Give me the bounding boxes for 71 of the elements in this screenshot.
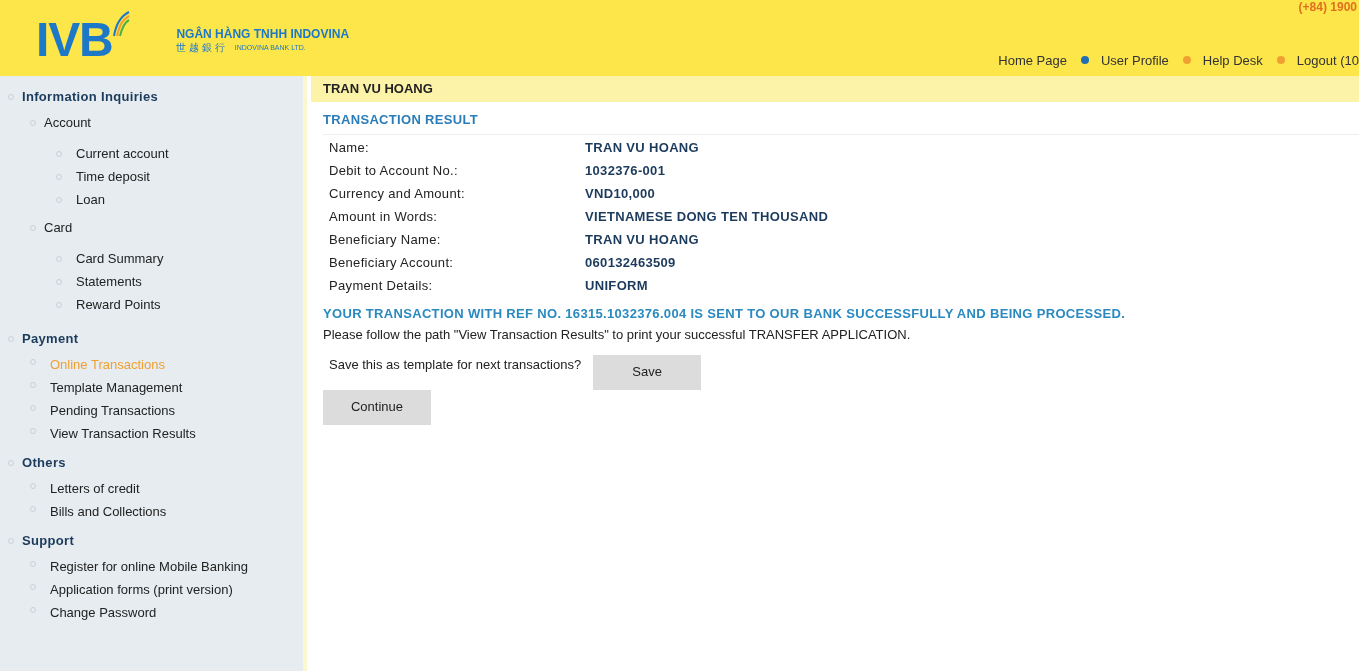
sidebar-item[interactable]: Template Management [50, 377, 250, 399]
field-value: 060132463509 [585, 254, 676, 273]
bullet-icon [8, 94, 14, 100]
field-value: TRAN VU HOANG [585, 139, 699, 158]
field-label: Payment Details: [329, 277, 433, 296]
template-prompt: Save this as template for next transactions? [329, 355, 582, 374]
sidebar-item[interactable]: Card Summary [76, 248, 164, 269]
sidebar-item[interactable]: Time deposit [76, 166, 150, 187]
sidebar-group[interactable]: Card [44, 218, 73, 238]
nav-link[interactable]: Logout (10 [1296, 50, 1359, 70]
sidebar-item[interactable]: Change Password [50, 602, 250, 624]
bullet-icon [30, 561, 36, 567]
instruction-text: Please follow the path "View Transaction Results" to print your successful TRANSFER APPLICATION. [323, 326, 912, 344]
bullet-icon [8, 538, 14, 544]
sidebar-item[interactable]: View Transaction Results [50, 423, 250, 445]
bullet-icon [30, 405, 36, 411]
continue-button[interactable]: Continue [323, 389, 431, 425]
field-value: 1032376-001 [585, 162, 666, 181]
field-value: UNIFORM [585, 277, 648, 296]
sidebar-item[interactable]: Register for online Mobile Banking [50, 556, 250, 578]
sidebar-item[interactable]: Loan [76, 189, 105, 210]
bullet-icon [56, 278, 62, 285]
sidebar-group[interactable]: Account [44, 113, 91, 133]
sidebar-section[interactable]: Information Inquiries [22, 87, 159, 107]
bank-logo: IVB [36, 16, 113, 64]
sidebar-item[interactable]: Application forms (print version) [50, 579, 250, 601]
bank-name: NGÂN HÀNG TNHH INDOVINA [176, 27, 350, 42]
success-message: YOUR TRANSACTION WITH REF NO. 16315.1032376.004 IS SENT TO OUR BANK SUCCESSFULLY AND BEING PROCESSED. [323, 304, 1127, 323]
field-label: Name: [329, 139, 369, 158]
sidebar-section[interactable]: Payment [22, 329, 79, 349]
nav-link[interactable]: User Profile [1100, 50, 1169, 70]
sidebar-item[interactable]: Current account [76, 143, 169, 164]
field-label: Amount in Words: [329, 208, 438, 227]
bullet-icon [30, 584, 36, 590]
field-label: Debit to Account No.: [329, 162, 458, 181]
bullet-icon [30, 607, 36, 613]
bullet-icon [8, 460, 14, 466]
sidebar-item[interactable]: Bills and Collections [50, 501, 250, 523]
bullet-icon [56, 173, 62, 180]
bullet-icon [30, 428, 36, 434]
field-value: VIETNAMESE DONG TEN THOUSAND [585, 208, 829, 227]
bullet-icon [56, 255, 62, 262]
bullet-icon [56, 301, 62, 308]
save-button[interactable]: Save [593, 354, 702, 390]
sidebar-item[interactable]: Reward Points [76, 294, 161, 315]
sidebar-item[interactable]: Letters of credit [50, 478, 250, 500]
bullet-icon [30, 359, 36, 365]
bullet-icon [56, 196, 62, 203]
nav-link[interactable]: Help Desk [1202, 50, 1263, 70]
bullet-icon [56, 150, 62, 157]
section-title: TRANSACTION RESULT [323, 112, 479, 127]
sidebar-section[interactable]: Support [22, 531, 75, 551]
bank-name-chinese: 世 越 銀 行 [176, 42, 225, 55]
phone-number: (+84) 1900 [1298, 0, 1357, 16]
sidebar-item[interactable]: Pending Transactions [50, 400, 250, 422]
field-value: VND10,000 [585, 185, 656, 204]
user-name: TRAN VU HOANG [323, 80, 433, 99]
field-label: Beneficiary Name: [329, 231, 441, 250]
field-label: Currency and Amount: [329, 185, 465, 204]
nav-link[interactable]: Home Page [998, 50, 1067, 70]
sidebar-item[interactable]: Statements [76, 271, 142, 292]
swoosh-icon [112, 10, 131, 38]
bullet-icon [30, 382, 36, 388]
field-label: Beneficiary Account: [329, 254, 454, 273]
bullet-icon [30, 506, 36, 512]
sidebar-section[interactable]: Others [22, 453, 66, 473]
bullet-icon [30, 483, 36, 489]
bullet-icon [8, 336, 14, 342]
bullet-icon [30, 225, 36, 231]
bullet-icon [30, 120, 36, 126]
field-value: TRAN VU HOANG [585, 231, 699, 250]
